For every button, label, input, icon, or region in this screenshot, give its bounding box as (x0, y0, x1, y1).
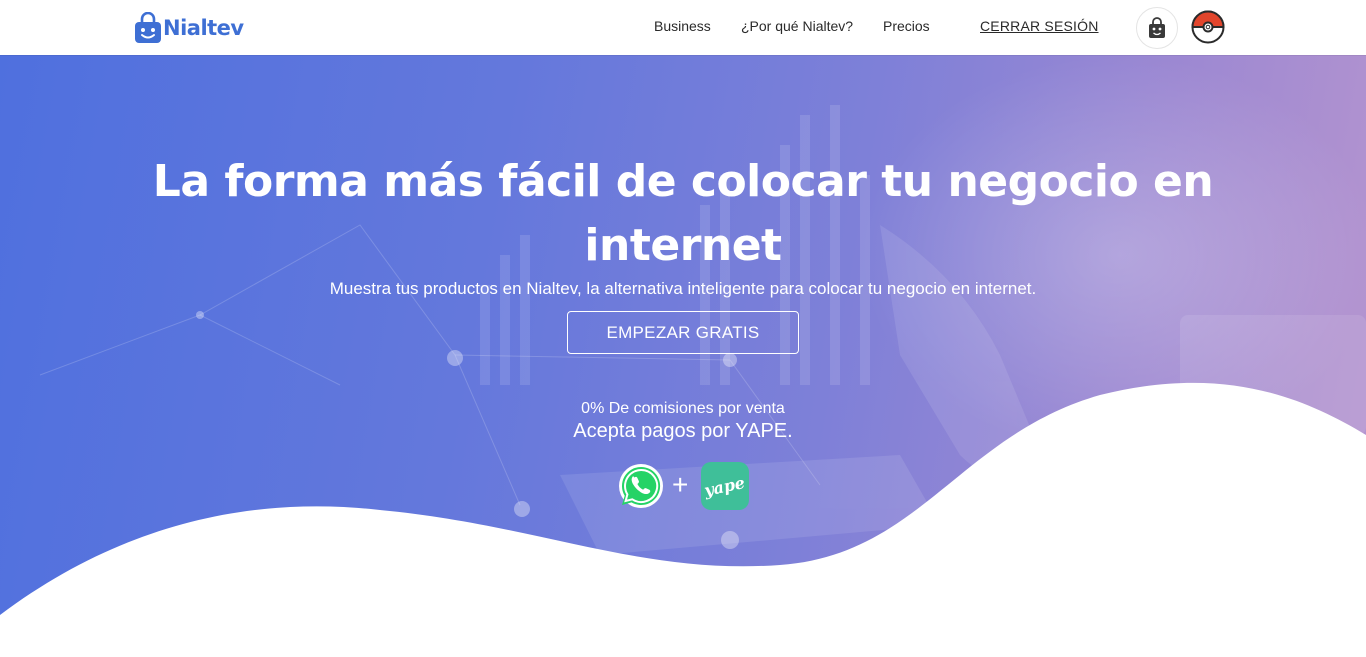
top-navbar: Nialtev Business ¿Por qué Nialtev? Preci… (0, 0, 1366, 55)
plus-sign: + (672, 469, 689, 500)
nav-prices-link[interactable]: Precios (883, 18, 930, 34)
hero-section: La forma más fácil de colocar tu negocio… (0, 55, 1366, 657)
user-avatar-button[interactable] (1190, 9, 1226, 45)
brand-logo[interactable]: Nialtev (134, 11, 244, 45)
hero-subheadline: Muestra tus productos en Nialtev, la alt… (329, 279, 1037, 298)
yape-logo-text: yape (702, 472, 748, 500)
yape-icon: yape (701, 462, 749, 510)
logout-link[interactable]: CERRAR SESIÓN (980, 18, 1099, 34)
nav-why-nialtev-link[interactable]: ¿Por qué Nialtev? (741, 18, 853, 34)
shop-avatar-button[interactable] (1136, 7, 1178, 49)
start-free-button[interactable]: EMPEZAR GRATIS (567, 311, 799, 354)
brand-name: Nialtev (163, 16, 244, 40)
hero-wave-divider (0, 382, 1366, 657)
commission-text: 0% De comisiones por venta (581, 400, 785, 417)
whatsapp-icon (617, 462, 665, 510)
pokeball-avatar-icon (1191, 10, 1225, 44)
shopping-bag-logo-icon (134, 11, 162, 44)
shop-avatar-icon (1149, 17, 1165, 38)
payments-text: Acepta pagos por YAPE. (573, 420, 793, 442)
nav-business-link[interactable]: Business (654, 18, 711, 34)
hero-headline: La forma más fácil de colocar tu negocio… (152, 156, 1214, 271)
